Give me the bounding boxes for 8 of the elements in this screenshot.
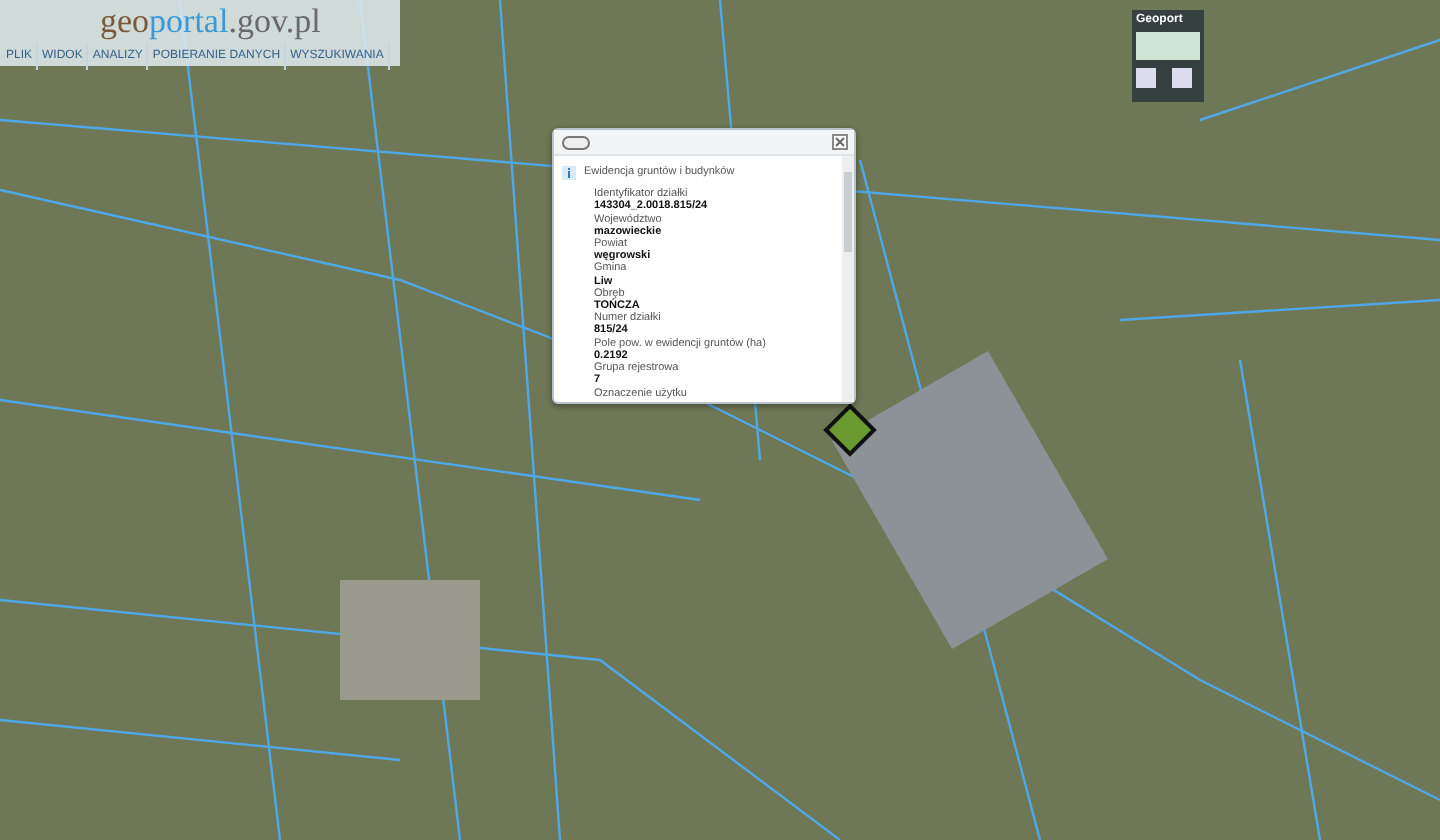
scrollbar[interactable]: [842, 156, 854, 402]
highlighted-parcel: [822, 402, 878, 458]
info-icon: [562, 165, 576, 180]
close-icon: [834, 136, 846, 148]
close-button[interactable]: [832, 134, 848, 150]
overview-map[interactable]: [1136, 32, 1200, 60]
toggle-icon[interactable]: [562, 136, 590, 150]
geoportal-logo: geoportal.gov.pl: [100, 4, 321, 38]
